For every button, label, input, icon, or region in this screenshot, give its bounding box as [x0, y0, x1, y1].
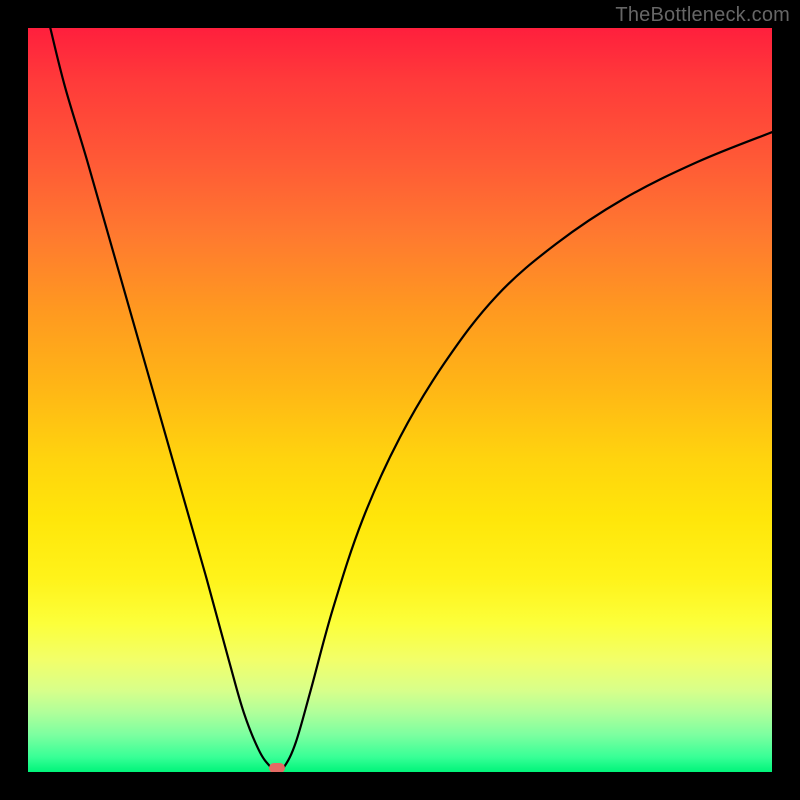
minimum-marker — [269, 763, 285, 772]
bottleneck-curve — [28, 28, 772, 772]
plot-area — [28, 28, 772, 772]
watermark-text: TheBottleneck.com — [615, 4, 790, 27]
chart-frame: TheBottleneck.com — [0, 0, 800, 800]
